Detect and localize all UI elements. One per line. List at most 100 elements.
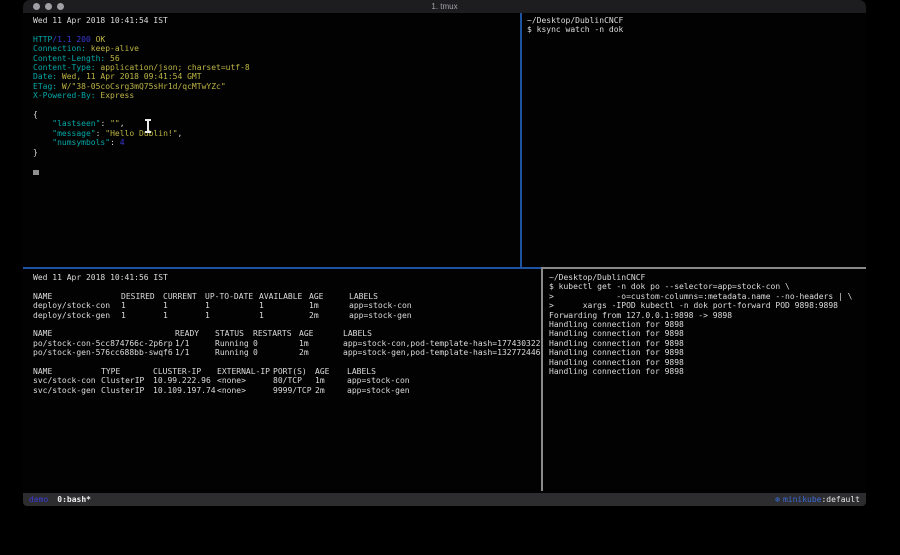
table-cell: 1 [121,301,163,310]
table-cell: 1 [259,311,309,320]
table-cell: 1 [163,301,205,310]
table-cell: 1 [259,301,309,310]
window-tab[interactable]: 0:bash* [57,495,91,504]
session-name: demo [29,495,48,504]
table-cell: 1/1 [175,339,215,348]
http-header-line: Date:Wed, 11 Apr 2018 09:41:54 GMT [33,72,520,81]
table-cell: 1 [163,311,205,320]
column-header: DESIRED [121,292,163,301]
column-header: AGE [315,367,347,376]
table-cell: 2m [315,386,347,395]
table-cell: po/stock-con-5cc874766c-2p6rp [33,339,175,348]
output-line: Handling connection for 9898 [549,358,866,367]
column-header: AGE [299,329,343,338]
column-header: TYPE [101,367,153,376]
json-close-brace: } [33,148,520,157]
helm-icon: ⊛ [775,495,780,504]
table-cell: 1m [299,339,343,348]
http-header-line: Content-Length:56 [33,54,520,63]
command-continuation-line: > -o=custom-columns=:metadata.name --no-… [549,292,866,301]
timestamp-line: Wed 11 Apr 2018 10:41:54 IST [33,16,520,25]
table-cell: ClusterIP [101,376,153,385]
kube-context: minikube [783,495,822,504]
output-line: Handling connection for 9898 [549,329,866,338]
deployments-table: NAMEDESIREDCURRENTUP-TO-DATEAVAILABLEAGE… [33,292,541,320]
column-header: AGE [309,292,349,301]
column-header: LABELS [349,292,541,301]
table-cell: app=stock-con,pod-template-hash=17743032… [343,339,541,348]
table-cell: 0 [253,348,299,357]
column-header: UP-TO-DATE [205,292,259,301]
json-open-brace: { [33,110,520,119]
table-cell: 0 [253,339,299,348]
column-header: EXTERNAL-IP [217,367,273,376]
table-cell: app=stock-con [349,301,541,310]
json-line-message: "message": "Hello Dublin!", [33,129,520,138]
column-header: READY [175,329,215,338]
table-cell: 1m [309,301,349,310]
output-line: Handling connection for 9898 [549,339,866,348]
http-header-line: Content-Type:application/json; charset=u… [33,63,520,72]
pane-kubectl-resources[interactable]: Wed 11 Apr 2018 10:41:56 IST NAMEDESIRED… [23,269,541,491]
json-line-lastseen: "lastseen": "", [33,119,520,128]
cwd-line: ~/Desktop/DublinCNCF [549,273,866,282]
table-cell: <none> [217,386,273,395]
pane-divider-vertical-active[interactable] [520,13,522,267]
cwd-line: ~/Desktop/DublinCNCF [527,16,866,25]
column-header: CLUSTER-IP [153,367,217,376]
status-left: demo 0:bash* [29,495,91,504]
status-right: ⊛ minikube :default [775,495,860,504]
command-line: $ ksync watch -n dok [527,25,866,34]
table-cell: 1 [205,311,259,320]
traffic-lights [33,3,64,10]
table-cell: 2m [309,311,349,320]
output-line: Handling connection for 9898 [549,348,866,357]
minimize-button[interactable] [45,3,52,10]
table-cell: Running [215,339,253,348]
column-header: AVAILABLE [259,292,309,301]
table-cell: Running [215,348,253,357]
table-cell: 10.99.222.96 [153,376,217,385]
http-header-line: X-Powered-By:Express [33,91,520,100]
http-header-line: ETag:W/"38-05coCsrg3mQ75sHr1d/qcMTwYZc" [33,82,520,91]
column-header: LABELS [343,329,541,338]
table-cell: 1m [315,376,347,385]
output-line: Handling connection for 9898 [549,320,866,329]
pane-port-forward[interactable]: ~/Desktop/DublinCNCF $ kubectl get -n do… [543,269,866,491]
pane-ksync[interactable]: ~/Desktop/DublinCNCF $ ksync watch -n do… [522,13,866,267]
command-line: $ kubectl get -n dok po --selector=app=s… [549,282,866,291]
table-cell: 1 [205,301,259,310]
tmux-status-bar: demo 0:bash* ⊛ minikube :default [23,493,866,506]
timestamp-line: Wed 11 Apr 2018 10:41:56 IST [33,273,541,282]
output-line: Forwarding from 127.0.0.1:9898 -> 9898 [549,311,866,320]
column-header: CURRENT [163,292,205,301]
table-cell: <none> [217,376,273,385]
terminal-window: 1. tmux Wed 11 Apr 2018 10:41:54 IST HTT… [23,0,866,506]
table-cell: 10.109.197.74 [153,386,217,395]
column-header: LABELS [347,367,541,376]
command-continuation-line: > xargs -IPOD kubectl -n dok port-forwar… [549,301,866,310]
screen: 1. tmux Wed 11 Apr 2018 10:41:54 IST HTT… [0,0,900,555]
table-cell: 1/1 [175,348,215,357]
table-cell: 1 [121,311,163,320]
pods-table: NAMEREADYSTATUSRESTARTSAGELABELS po/stoc… [33,329,541,357]
output-line: Handling connection for 9898 [549,367,866,376]
window-titlebar[interactable]: 1. tmux [23,0,866,14]
column-header: NAME [33,329,175,338]
http-status-line: HTTP/1.1 200OK [33,35,520,44]
json-line-numsymbols: "numsymbols": 4 [33,138,520,147]
table-cell: svc/stock-gen [33,386,101,395]
table-cell: app=stock-gen [347,386,541,395]
table-cell: 2m [299,348,343,357]
close-button[interactable] [33,3,40,10]
pane-http-response[interactable]: Wed 11 Apr 2018 10:41:54 IST HTTP/1.1 20… [23,13,520,267]
table-cell: app=stock-gen [349,311,541,320]
table-cell: deploy/stock-con [33,301,121,310]
http-header-line: Connection:keep-alive [33,44,520,53]
kube-namespace: :default [821,495,860,504]
table-cell: svc/stock-con [33,376,101,385]
window-title: 1. tmux [23,0,866,13]
zoom-button[interactable] [57,3,64,10]
terminal-cursor [33,170,39,175]
column-header: NAME [33,367,101,376]
